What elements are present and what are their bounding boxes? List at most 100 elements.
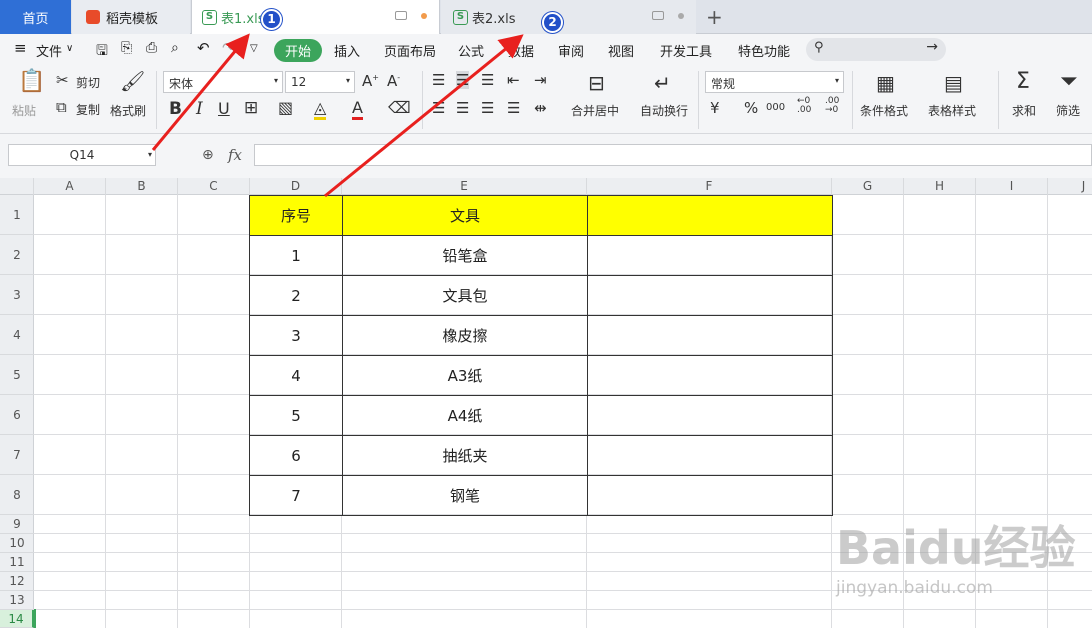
wrap-text-button[interactable]: 自动换行	[640, 102, 688, 119]
menu-review[interactable]: 审阅	[558, 41, 584, 60]
column-header[interactable]: F	[587, 178, 832, 195]
tab-sheet2[interactable]: S 表2.xls	[441, 0, 696, 34]
cut-button[interactable]: 剪切	[76, 74, 100, 91]
filter-button[interactable]: 筛选	[1056, 102, 1080, 119]
table-cell[interactable]	[587, 395, 833, 436]
redo-icon[interactable]: ↷	[222, 39, 235, 57]
row-header[interactable]: 7	[0, 435, 34, 475]
print-icon[interactable]: ⎙	[146, 40, 157, 56]
menu-file[interactable]: 文件	[36, 41, 62, 60]
table-cell[interactable]: A3纸	[342, 355, 588, 396]
select-all-corner[interactable]	[0, 178, 34, 195]
menu-special[interactable]: 特色功能	[738, 41, 790, 60]
menu-insert[interactable]: 插入	[334, 41, 360, 60]
font-size-select[interactable]: 12 ▾	[285, 71, 355, 93]
menu-view[interactable]: 视图	[608, 41, 634, 60]
row-header[interactable]: 11	[0, 553, 34, 572]
table-cell[interactable]	[587, 235, 833, 276]
conditional-format-button[interactable]: 条件格式	[860, 102, 908, 119]
align-bottom-icon[interactable]: ☰	[481, 71, 494, 89]
table-header-cell[interactable]: 文具	[342, 195, 588, 236]
format-painter-button[interactable]: 格式刷	[110, 102, 146, 119]
border-icon[interactable]: ⊞	[244, 98, 258, 118]
column-header[interactable]: I	[976, 178, 1048, 195]
row-header[interactable]: 3	[0, 275, 34, 315]
monitor-icon[interactable]	[652, 11, 664, 20]
indent-increase-icon[interactable]: ⇥	[534, 71, 547, 89]
align-middle-icon[interactable]: ☰	[456, 71, 470, 89]
table-cell[interactable]: 4	[249, 355, 343, 396]
column-header[interactable]: H	[904, 178, 976, 195]
tab-home[interactable]: 首页	[0, 0, 71, 34]
row-header[interactable]: 12	[0, 572, 34, 591]
export-icon[interactable]: ⎘	[121, 40, 132, 56]
print-preview-icon[interactable]: ⌕	[171, 40, 179, 56]
tab-sheet1[interactable]: S 表1.xls	[191, 0, 440, 34]
decrease-font-icon[interactable]: A-	[387, 72, 400, 90]
table-cell[interactable]: 6	[249, 435, 343, 476]
row-header[interactable]: 8	[0, 475, 34, 515]
fill-style-icon[interactable]: ▧	[278, 98, 293, 117]
table-cell[interactable]: A4纸	[342, 395, 588, 436]
table-header-cell[interactable]	[587, 195, 833, 236]
table-cell[interactable]: 7	[249, 475, 343, 516]
table-cell[interactable]: 2	[249, 275, 343, 316]
row-header[interactable]: 4	[0, 315, 34, 355]
arrow-right-icon[interactable]: →	[926, 39, 938, 55]
column-header[interactable]: G	[832, 178, 904, 195]
table-cell[interactable]	[587, 355, 833, 396]
distribute-icon[interactable]: ⇹	[534, 99, 547, 117]
save-icon[interactable]: 🖫	[96, 40, 108, 64]
search-input[interactable]: ⚲ →	[806, 38, 946, 61]
table-cell[interactable]	[587, 435, 833, 476]
column-header[interactable]: A	[34, 178, 106, 195]
align-center-icon[interactable]: ☰	[456, 99, 469, 117]
row-header[interactable]: 13	[0, 591, 34, 610]
align-top-icon[interactable]: ☰	[432, 71, 445, 89]
table-cell[interactable]: 3	[249, 315, 343, 356]
table-cell[interactable]: 铅笔盒	[342, 235, 588, 276]
sum-button[interactable]: 求和	[1012, 102, 1036, 119]
increase-decimal-icon[interactable]: ←0.00	[797, 97, 811, 115]
column-header[interactable]: J	[1048, 178, 1092, 195]
fill-color-icon[interactable]: ◬	[314, 98, 327, 120]
decrease-decimal-icon[interactable]: .00 →0	[825, 97, 839, 115]
name-box[interactable]: Q14 ▾	[8, 144, 156, 166]
eraser-icon[interactable]: ⌫	[388, 98, 411, 117]
menu-developer[interactable]: 开发工具	[660, 41, 712, 60]
row-header[interactable]: 2	[0, 235, 34, 275]
chevron-down-icon[interactable]: ∨	[66, 43, 73, 54]
increase-font-icon[interactable]: A+	[362, 72, 379, 90]
copy-button[interactable]: 复制	[76, 101, 100, 118]
undo-icon[interactable]: ↶	[197, 39, 210, 57]
new-tab-button[interactable]: +	[706, 5, 723, 29]
table-cell[interactable]: 5	[249, 395, 343, 436]
bold-button[interactable]: B	[169, 99, 182, 119]
column-header[interactable]: E	[342, 178, 587, 195]
merge-center-button[interactable]: 合并居中	[571, 102, 619, 119]
column-header[interactable]: C	[178, 178, 250, 195]
table-header-cell[interactable]: 序号	[249, 195, 343, 236]
menu-start[interactable]: 开始	[274, 39, 323, 62]
row-header[interactable]: 5	[0, 355, 34, 395]
align-right-icon[interactable]: ☰	[481, 99, 494, 117]
paste-button[interactable]: 粘贴	[12, 102, 36, 119]
row-header[interactable]: 6	[0, 395, 34, 435]
menu-page-layout[interactable]: 页面布局	[384, 41, 436, 60]
table-cell[interactable]: 抽纸夹	[342, 435, 588, 476]
formula-input[interactable]	[254, 144, 1092, 166]
row-header[interactable]: 1	[0, 195, 34, 235]
number-format-select[interactable]: 常规 ▾	[705, 71, 844, 93]
column-header[interactable]: B	[106, 178, 178, 195]
table-cell[interactable]: 文具包	[342, 275, 588, 316]
row-header[interactable]: 10	[0, 534, 34, 553]
percent-button[interactable]: %	[744, 99, 758, 117]
currency-button[interactable]: ¥	[710, 99, 720, 117]
underline-button[interactable]: U	[218, 99, 230, 118]
table-cell[interactable]: 1	[249, 235, 343, 276]
row-header-active[interactable]: 14	[0, 610, 34, 628]
italic-button[interactable]: I	[196, 99, 203, 119]
font-color-icon[interactable]: A	[352, 98, 363, 120]
justify-icon[interactable]: ☰	[507, 99, 520, 117]
thousands-button[interactable]: 000	[766, 102, 785, 113]
